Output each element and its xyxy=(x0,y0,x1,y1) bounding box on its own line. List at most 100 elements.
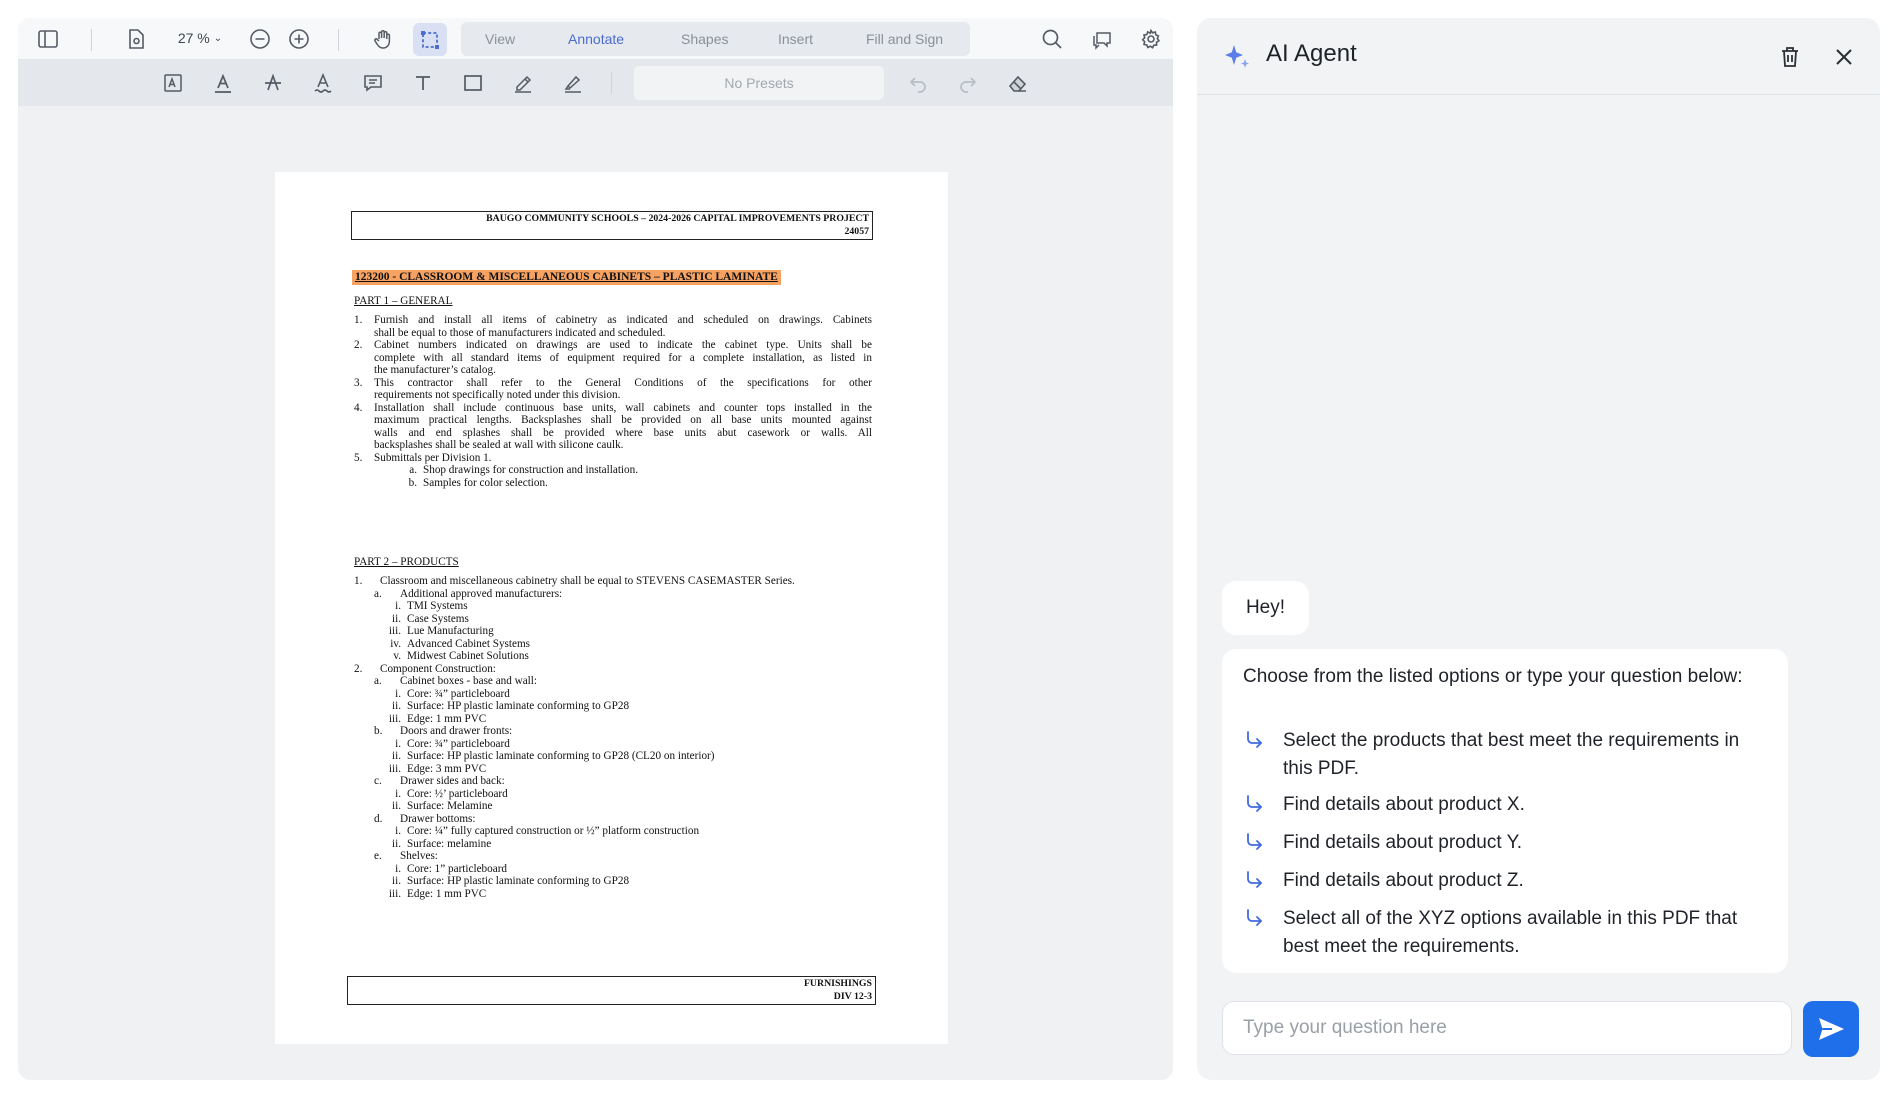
annotate-toolbar: No Presets xyxy=(18,60,1173,106)
redo-icon[interactable] xyxy=(953,68,983,98)
option-text: Find details about product Z. xyxy=(1283,870,1524,891)
tab-view[interactable]: View xyxy=(485,22,515,56)
pdf-page: BAUGO COMMUNITY SCHOOLS – 2024-2026 CAPI… xyxy=(275,172,948,1044)
greeting-bubble: Hey! xyxy=(1222,581,1309,635)
ai-panel-header: AI Agent xyxy=(1197,18,1880,95)
list-text: Additional approved manufacturers: xyxy=(400,587,563,600)
list-text: TMI Systems xyxy=(407,600,468,612)
list-text: Classroom and miscellaneous cabinetry sh… xyxy=(380,575,795,587)
eraser-icon[interactable] xyxy=(1003,68,1033,98)
list-text: Surface: HP plastic laminate conforming … xyxy=(407,750,715,762)
underline-text-icon[interactable] xyxy=(208,68,238,98)
send-arrow-icon xyxy=(1819,1018,1844,1040)
list-text: Midwest Cabinet Solutions xyxy=(407,650,529,662)
text-box-icon[interactable] xyxy=(158,68,188,98)
question-input[interactable] xyxy=(1222,1001,1792,1055)
list-number: 1. xyxy=(354,314,363,326)
squiggly-text-icon[interactable] xyxy=(308,68,338,98)
option-text: Select the products that best meet the r… xyxy=(1283,730,1740,779)
list-text: Shelves: xyxy=(400,850,438,862)
zoom-in-icon[interactable] xyxy=(284,24,314,54)
subitem-text: Shop drawings for construction and insta… xyxy=(423,464,639,476)
list-marker: iii. xyxy=(388,887,401,900)
arrow-return-icon xyxy=(1243,829,1283,862)
suggested-option[interactable]: Select the products that best meet the r… xyxy=(1243,727,1783,783)
send-button[interactable] xyxy=(1803,1001,1859,1057)
comments-icon[interactable] xyxy=(1087,24,1117,54)
document-footer-box: FURNISHINGS DIV 12-3 xyxy=(347,976,876,1005)
list-text: Core: ¼” fully captured construction or … xyxy=(407,825,700,837)
tab-shapes[interactable]: Shapes xyxy=(681,22,728,56)
list-text: Surface: HP plastic laminate conforming … xyxy=(407,700,630,712)
page-settings-icon[interactable] xyxy=(121,24,151,54)
search-icon[interactable] xyxy=(1037,24,1067,54)
close-icon[interactable] xyxy=(1829,42,1859,72)
document-header-number: 24057 xyxy=(844,225,870,237)
part2-heading: PART 2 – PRODUCTS xyxy=(354,556,459,568)
settings-gear-icon[interactable] xyxy=(1136,24,1166,54)
zoom-level: 27 % xyxy=(177,30,210,46)
list-number: 5. xyxy=(354,451,363,464)
option-text: Find details about product X. xyxy=(1283,794,1525,815)
list-text: Component Construction: xyxy=(380,662,496,675)
undo-icon[interactable] xyxy=(903,68,933,98)
suggested-option[interactable]: Find details about product X. xyxy=(1243,791,1783,824)
subitem-text: Samples for color selection. xyxy=(423,476,548,489)
list-text: Drawer sides and back: xyxy=(400,775,505,787)
list-text: Advanced Cabinet Systems xyxy=(407,637,531,650)
options-bubble: Choose from the listed options or type y… xyxy=(1222,649,1788,973)
arrow-return-icon xyxy=(1243,905,1283,961)
list-marker: 2. xyxy=(354,662,363,675)
list-number: 2. xyxy=(354,339,363,351)
list-number: 3. xyxy=(354,376,363,389)
suggested-option[interactable]: Find details about product Z. xyxy=(1243,867,1783,900)
zoom-dropdown[interactable]: 27 % ⌄ xyxy=(170,24,230,52)
document-header-title: BAUGO COMMUNITY SCHOOLS – 2024-2026 CAPI… xyxy=(486,213,869,224)
zoom-out-icon[interactable] xyxy=(245,24,275,54)
list-text: Case Systems xyxy=(407,612,469,625)
rectangle-shape-icon[interactable] xyxy=(458,68,488,98)
arrow-return-icon xyxy=(1243,727,1283,783)
comment-note-icon[interactable] xyxy=(358,68,388,98)
pan-hand-icon[interactable] xyxy=(368,24,398,54)
sidebar-toggle-icon[interactable] xyxy=(33,24,63,54)
list-text: Surface: melamine xyxy=(407,837,492,850)
list-marker: 1. xyxy=(354,575,363,587)
part2-line: iii. Edge: 1 mm PVC xyxy=(367,887,486,902)
trash-icon[interactable] xyxy=(1775,42,1805,72)
presets-dropdown[interactable]: No Presets xyxy=(634,66,884,100)
list-text: Drawer bottoms: xyxy=(400,812,476,825)
tab-insert[interactable]: Insert xyxy=(778,22,813,56)
suggested-option[interactable]: Find details about product Y. xyxy=(1243,829,1783,862)
list-text: Edge: 3 mm PVC xyxy=(407,762,487,775)
ai-panel-title: AI Agent xyxy=(1266,40,1357,67)
sparkle-icon xyxy=(1221,41,1253,73)
highlighter-icon[interactable] xyxy=(558,68,588,98)
list-text: Surface: Melamine xyxy=(407,800,493,812)
arrow-return-icon xyxy=(1243,867,1283,900)
list-text: Core: ½’ particleboard xyxy=(407,787,508,800)
suggested-option[interactable]: Select all of the XYZ options available … xyxy=(1243,905,1783,961)
mode-tabs: View Annotate Shapes Insert Fill and Sig… xyxy=(461,22,970,56)
strikethrough-text-icon[interactable] xyxy=(258,68,288,98)
subitem-marker: b. xyxy=(408,476,417,489)
area-select-icon[interactable] xyxy=(413,23,447,56)
tab-fill-and-sign[interactable]: Fill and Sign xyxy=(866,22,943,56)
list-text: Edge: 1 mm PVC xyxy=(407,887,487,900)
main-toolbar: 27 % ⌄ View Annotate Shapes Insert Fill … xyxy=(18,18,1173,60)
list-text: Doors and drawer fronts: xyxy=(400,725,513,737)
document-footer-page: DIV 12-3 xyxy=(833,990,872,1002)
document-footer-section: FURNISHINGS xyxy=(803,978,872,989)
list-text: Surface: HP plastic laminate conforming … xyxy=(407,875,630,887)
list-text: Edge: 1 mm PVC xyxy=(407,712,487,725)
ai-agent-panel: AI Agent Hey! Choose from the listed opt… xyxy=(1197,18,1880,1080)
tab-annotate[interactable]: Annotate xyxy=(568,22,624,56)
list-text: Lue Manufacturing xyxy=(407,625,494,637)
list-number: 4. xyxy=(354,401,363,414)
chevron-down-icon: ⌄ xyxy=(213,32,223,44)
document-header-box: BAUGO COMMUNITY SCHOOLS – 2024-2026 CAPI… xyxy=(351,211,873,240)
list-text: Core: ¾” particleboard xyxy=(407,687,510,700)
text-tool-icon[interactable] xyxy=(408,68,438,98)
option-text: Select all of the XYZ options available … xyxy=(1283,908,1738,957)
pencil-draw-icon[interactable] xyxy=(508,68,538,98)
